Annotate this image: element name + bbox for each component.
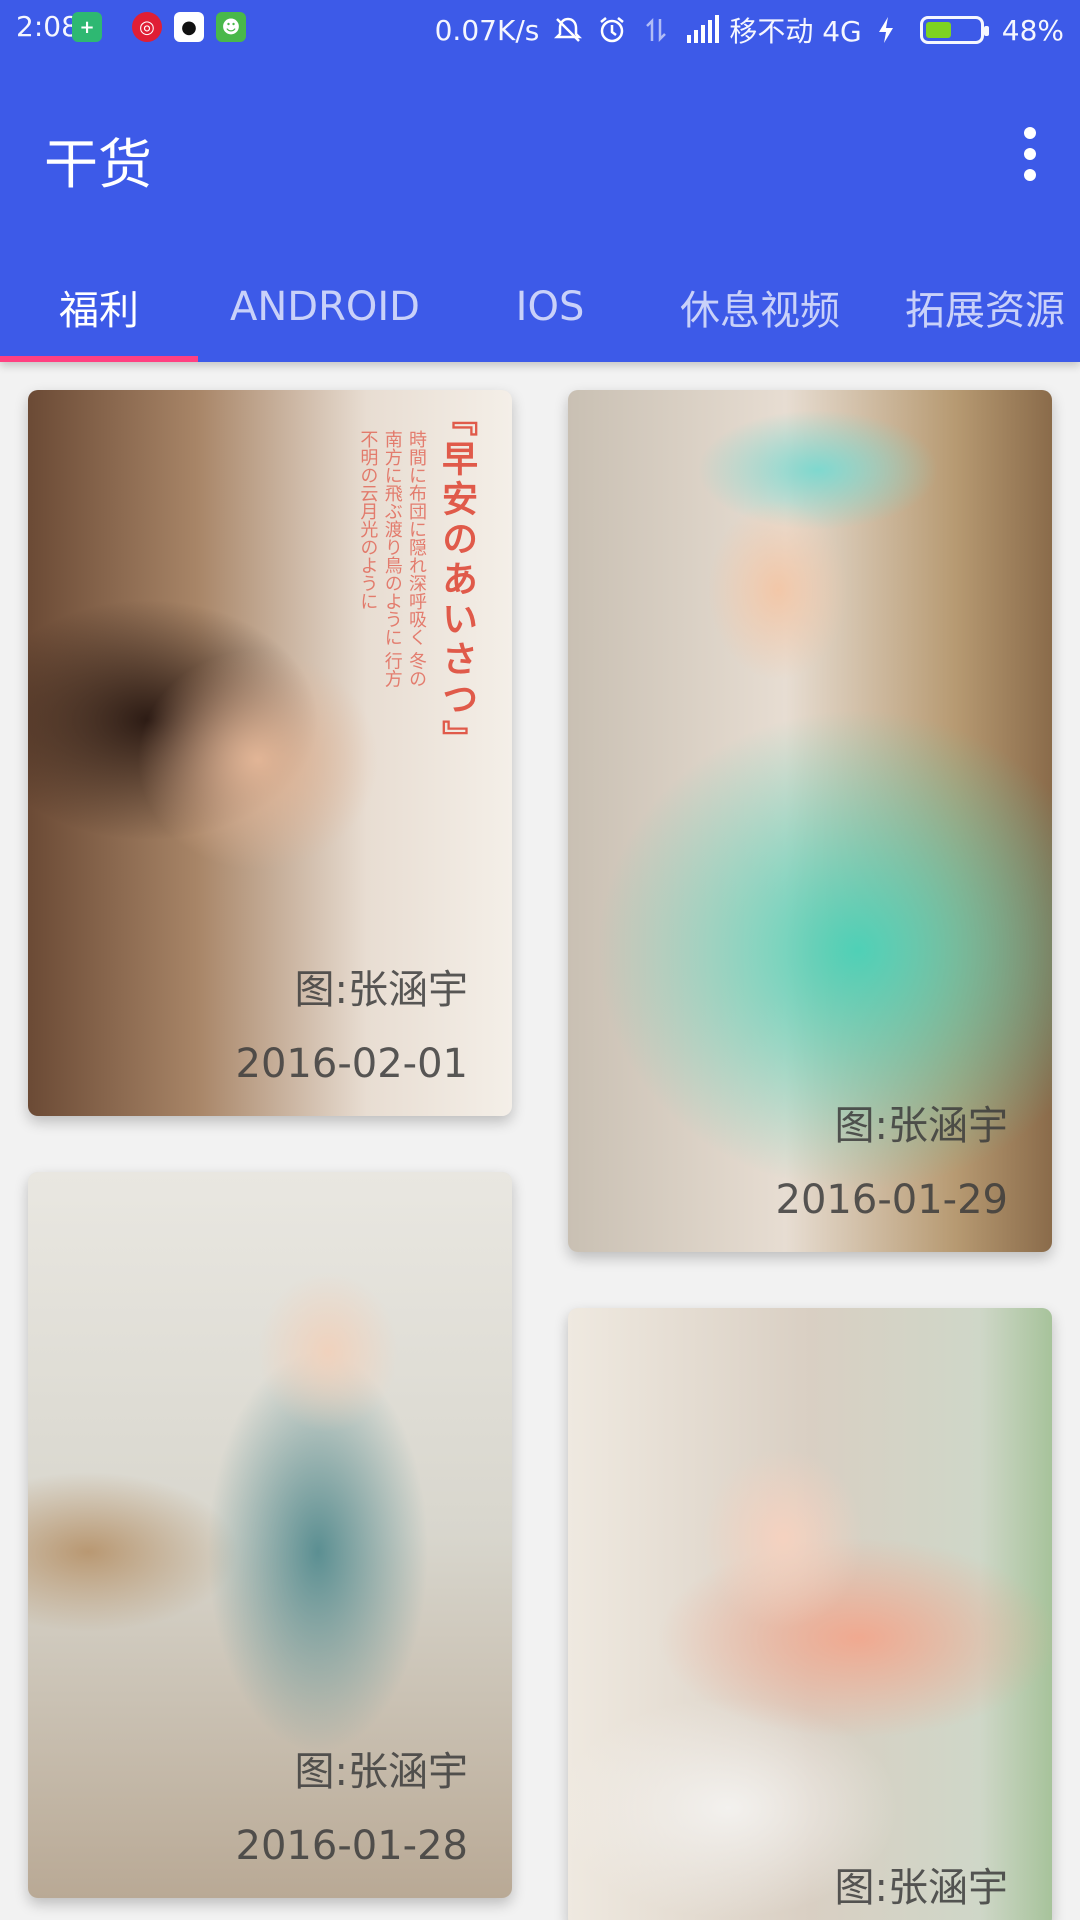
page-title: 干货 xyxy=(44,133,152,196)
net-speed: 0.07K/s xyxy=(434,13,540,47)
photo-card[interactable]: 图:张涵宇 2016-01-28 xyxy=(28,1172,512,1898)
photo-overlay-text: 時間に布団に隠れ深呼吸く 冬の南方に飛ぶ渡り鳥のように 行方不明の云月光のように xyxy=(357,430,427,688)
status-indicators: 0.07K/s 移不动 4G 48% xyxy=(435,10,1064,50)
photo-credit: 图:张涵宇 xyxy=(834,1865,1008,1911)
qq-icon: ● xyxy=(174,12,204,42)
status-bar: 2:08 + ◎ ● ☻ 0.07K/s 移不动 4G 48% xyxy=(0,0,1080,56)
photo-date: 2016-01-28 xyxy=(235,1823,468,1869)
tab-extended-resources[interactable]: 拓展资源 xyxy=(872,252,1080,362)
status-time: 2:08 xyxy=(16,10,79,43)
battery-icon xyxy=(919,16,989,44)
photo-card[interactable]: 『早安のあいさつ』 時間に布団に隠れ深呼吸く 冬の南方に飛ぶ渡り鳥のように 行方… xyxy=(28,390,512,1116)
tab-ios[interactable]: IOS xyxy=(452,252,648,362)
photo-overlay-title: 『早安のあいさつ』 xyxy=(436,400,477,760)
more-vert-icon[interactable] xyxy=(1000,118,1060,190)
photo-card[interactable]: 图:张涵宇 xyxy=(568,1308,1052,1920)
tab-android[interactable]: ANDROID xyxy=(198,252,452,362)
shield-icon: + xyxy=(72,12,102,42)
tab-fuli[interactable]: 福利 xyxy=(0,252,198,362)
charging-icon xyxy=(876,15,906,45)
tab-bar: 福利 ANDROID IOS 休息视频 拓展资源 xyxy=(0,252,1080,362)
photo-grid[interactable]: 『早安のあいさつ』 時間に布団に隠れ深呼吸く 冬の南方に飛ぶ渡り鳥のように 行方… xyxy=(0,362,1080,1920)
photo-credit: 图:张涵宇 xyxy=(294,967,468,1013)
app-bar: 2:08 + ◎ ● ☻ 0.07K/s 移不动 4G 48% 干货 福利 AN… xyxy=(0,0,1080,362)
netease-music-icon: ◎ xyxy=(132,12,162,42)
frog-icon: ☻ xyxy=(216,12,246,42)
photo-credit: 图:张涵宇 xyxy=(294,1749,468,1795)
photo-date: 2016-02-01 xyxy=(235,1041,468,1087)
battery-percent: 48% xyxy=(1001,13,1064,47)
photo-card[interactable]: 图:张涵宇 2016-01-29 xyxy=(568,390,1052,1252)
battery-level xyxy=(925,22,951,38)
data-arrows-icon xyxy=(641,15,671,45)
photo-credit: 图:张涵宇 xyxy=(834,1103,1008,1149)
photo-date: 2016-01-29 xyxy=(775,1177,1008,1223)
carrier-label: 移不动 4G xyxy=(729,15,862,48)
alarm-icon xyxy=(597,15,627,45)
mute-icon xyxy=(553,15,583,45)
signal-icon xyxy=(685,15,720,45)
tab-indicator xyxy=(0,356,198,362)
tab-rest-videos[interactable]: 休息视频 xyxy=(648,252,872,362)
photo-image xyxy=(568,1308,1052,1920)
